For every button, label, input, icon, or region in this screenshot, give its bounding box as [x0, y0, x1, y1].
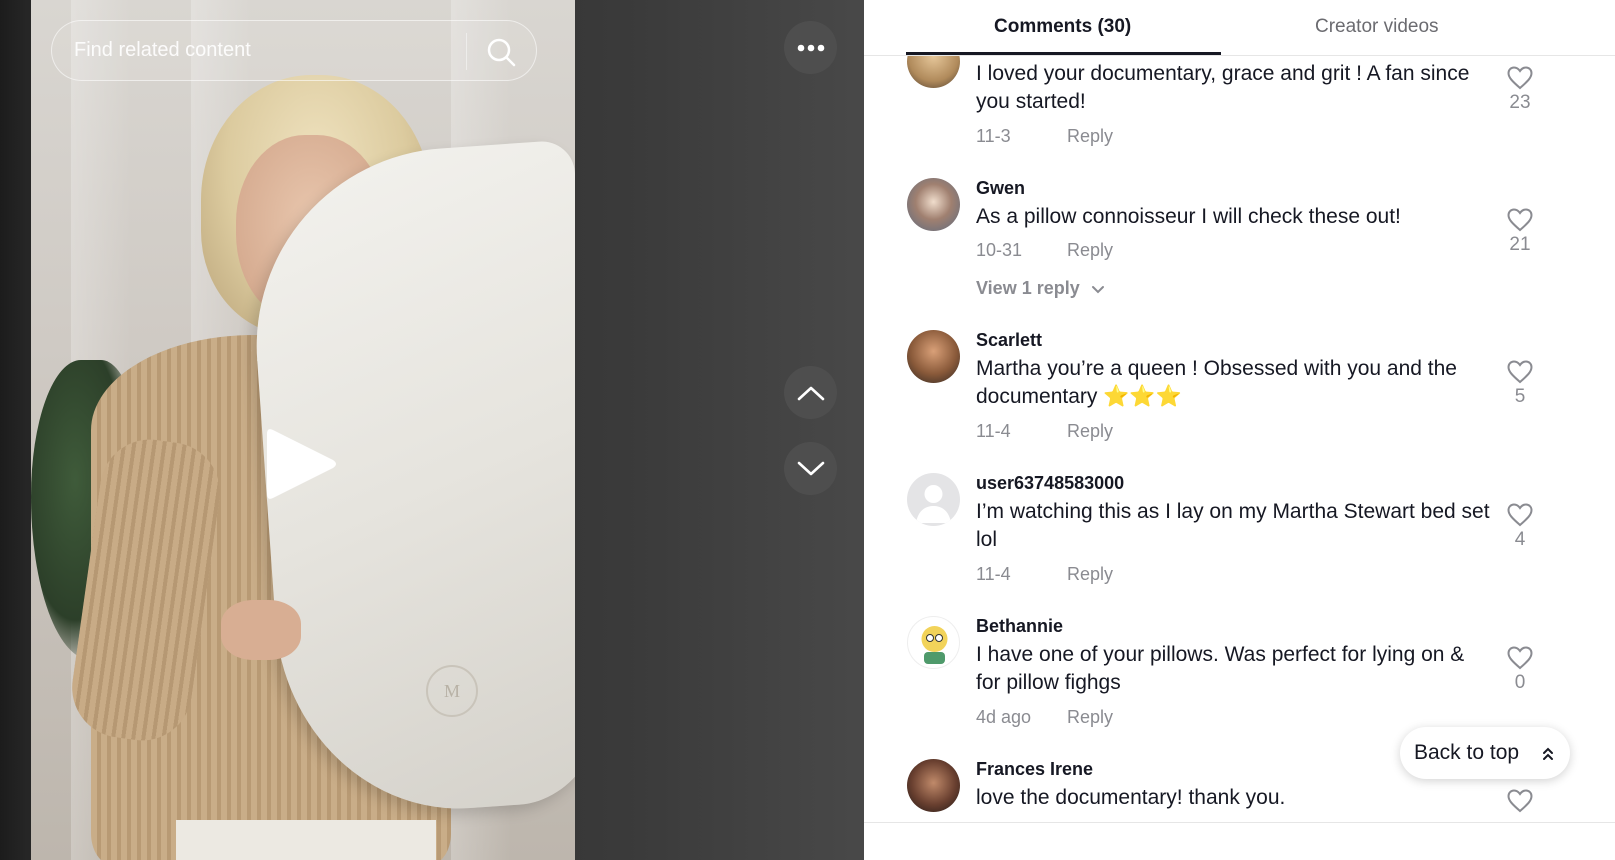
- heart-icon: [1507, 646, 1533, 670]
- reply-button[interactable]: Reply: [1067, 421, 1113, 442]
- search-placeholder: Find related content: [74, 39, 251, 61]
- back-to-top-button[interactable]: Back to top: [1400, 727, 1570, 779]
- like-button[interactable]: 23: [1504, 66, 1536, 114]
- heart-icon: [1507, 503, 1533, 527]
- like-count: 21: [1509, 234, 1531, 255]
- comment-list: I loved your documentary, grace and grit…: [864, 56, 1615, 836]
- panel-bottom-divider: [864, 822, 1615, 823]
- person-hand: [221, 600, 301, 660]
- commenter-avatar[interactable]: [907, 56, 960, 88]
- search-icon[interactable]: [484, 35, 518, 69]
- search-input[interactable]: Find related content: [51, 20, 537, 81]
- person-pants: [176, 820, 436, 860]
- heart-icon: [1507, 789, 1533, 813]
- commenter-avatar[interactable]: [907, 759, 960, 812]
- double-chevron-up-icon: [1542, 744, 1554, 768]
- reply-button[interactable]: Reply: [1067, 126, 1113, 147]
- comment-date: 11-4: [976, 564, 1011, 584]
- comment-date: 11-4: [976, 421, 1011, 441]
- chevron-up-icon: [797, 386, 824, 400]
- like-button[interactable]: 5: [1504, 360, 1536, 408]
- more-options-button[interactable]: [784, 21, 837, 74]
- tab-comments[interactable]: Comments (30): [994, 16, 1131, 38]
- like-button[interactable]: 4: [1504, 503, 1536, 551]
- comment-author[interactable]: user63748583000: [976, 473, 1124, 494]
- like-button[interactable]: 0: [1504, 646, 1536, 694]
- next-video-button[interactable]: [784, 442, 837, 495]
- reply-button[interactable]: Reply: [1067, 564, 1113, 585]
- like-count: 4: [1514, 529, 1526, 550]
- like-button[interactable]: 21: [1504, 208, 1536, 256]
- comment-author[interactable]: Gwen: [976, 178, 1025, 199]
- previous-video-button[interactable]: [784, 366, 837, 419]
- comment-text: As a pillow connoisseur I will check the…: [976, 205, 1401, 228]
- comment-text: I’m watching this as I lay on my Martha …: [976, 500, 1490, 551]
- comment-meta: 11-4 Reply: [976, 421, 1113, 442]
- comment-meta: 10-31 Reply: [976, 240, 1113, 261]
- like-count: 0: [1514, 672, 1526, 693]
- comment-text: I loved your documentary, grace and grit…: [976, 62, 1470, 113]
- search-divider: [466, 33, 467, 70]
- view-replies-label: View 1 reply: [976, 278, 1080, 298]
- comment-text: I have one of your pillows. Was perfect …: [976, 643, 1465, 694]
- comment-date: 11-3: [976, 126, 1011, 146]
- back-to-top-label: Back to top: [1414, 741, 1520, 764]
- video-player-area: M Find related content: [0, 0, 890, 860]
- comment-meta: 11-4 Reply: [976, 564, 1113, 585]
- comment-date: 4d ago: [976, 707, 1032, 727]
- like-button[interactable]: [1504, 789, 1536, 813]
- commenter-avatar[interactable]: [907, 330, 960, 383]
- comment-author[interactable]: Scarlett: [976, 330, 1042, 351]
- pillow-logo: M: [426, 665, 478, 717]
- comment-meta: 4d ago Reply: [976, 707, 1113, 728]
- like-count: 5: [1514, 386, 1526, 407]
- default-user-avatar[interactable]: [907, 473, 960, 526]
- chevron-down-icon: [797, 461, 824, 475]
- reply-button[interactable]: Reply: [1067, 240, 1113, 261]
- comment-text: love the documentary! thank you.: [976, 786, 1286, 809]
- user-icon: [916, 485, 951, 523]
- cartoon-avatar[interactable]: [907, 616, 960, 669]
- tab-creator-videos[interactable]: Creator videos: [1315, 16, 1439, 38]
- more-icon: [797, 44, 824, 51]
- heart-icon: [1507, 360, 1533, 384]
- comment-date: 10-31: [976, 240, 1023, 260]
- chevron-down-icon: [1091, 286, 1104, 294]
- comment-text: Martha you’re a queen ! Obsessed with yo…: [976, 357, 1457, 408]
- heart-icon: [1507, 208, 1533, 232]
- view-replies-button[interactable]: View 1 reply: [976, 278, 1105, 299]
- like-count: 23: [1509, 92, 1531, 113]
- reply-button[interactable]: Reply: [1067, 707, 1113, 728]
- commenter-avatar[interactable]: [907, 178, 960, 231]
- active-tab-indicator: [906, 52, 1221, 55]
- comment-meta: 11-3 Reply: [976, 126, 1113, 147]
- comment-author[interactable]: Bethannie: [976, 616, 1063, 637]
- play-icon[interactable]: [265, 424, 340, 504]
- comment-author[interactable]: Frances Irene: [976, 759, 1093, 780]
- panel-tabs: Comments (30) Creator videos: [864, 0, 1615, 56]
- heart-icon: [1507, 66, 1533, 90]
